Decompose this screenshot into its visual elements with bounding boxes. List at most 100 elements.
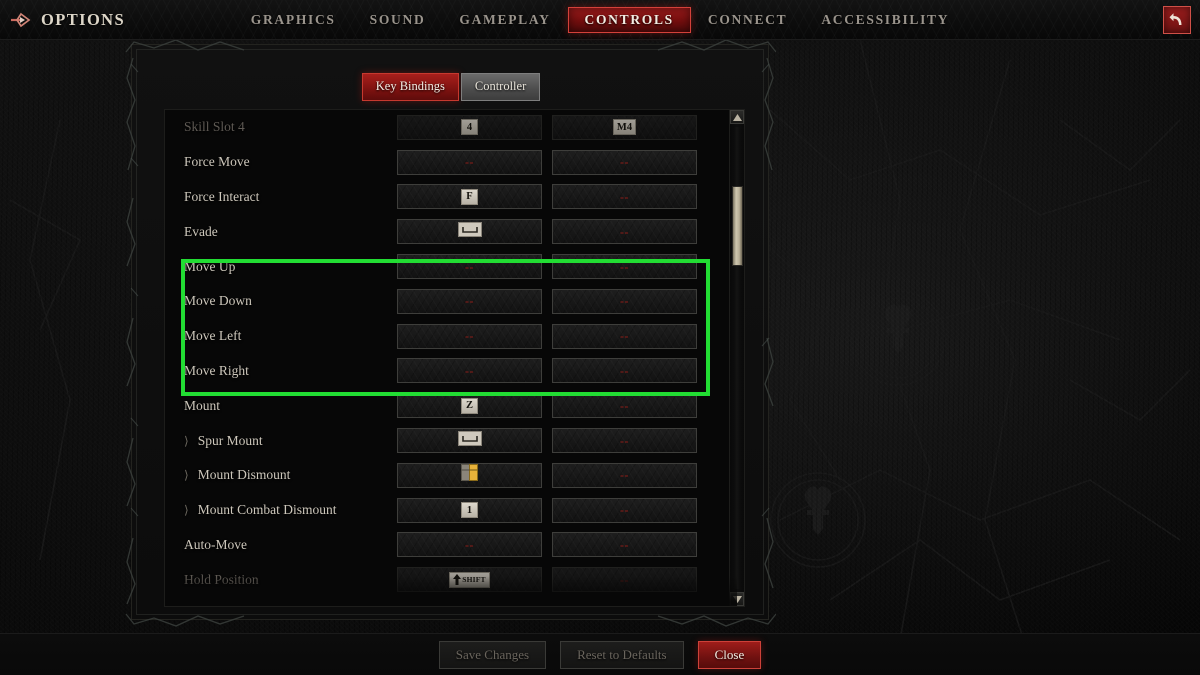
empty-binding-dash: --: [465, 155, 474, 170]
scroll-up-arrow-icon[interactable]: [730, 110, 744, 124]
secondary-binding-cell[interactable]: --: [552, 393, 697, 419]
primary-binding-cell[interactable]: Z: [397, 393, 542, 419]
key-cap: F: [461, 188, 478, 205]
primary-binding-cell[interactable]: --: [397, 254, 542, 280]
primary-binding-cell[interactable]: F: [397, 184, 542, 210]
table-row[interactable]: Force Interact F --: [165, 180, 737, 215]
empty-binding-dash: --: [465, 363, 474, 378]
tab-accessibility[interactable]: ACCESSIBILITY: [804, 7, 966, 33]
scrollbar-thumb[interactable]: [732, 186, 743, 266]
secondary-binding-cell[interactable]: M4: [552, 114, 697, 140]
empty-binding-dash: --: [620, 537, 629, 552]
empty-binding-dash: --: [620, 259, 629, 274]
table-row[interactable]: Move Down -- --: [165, 284, 737, 319]
binding-action-label: Force Move: [165, 154, 397, 170]
primary-binding-cell[interactable]: --: [397, 358, 542, 384]
table-row[interactable]: Hold Position SHIFT --: [165, 562, 737, 597]
binding-action-text: Move Down: [184, 293, 252, 309]
secondary-binding-cell[interactable]: --: [552, 184, 697, 210]
table-row[interactable]: Evade --: [165, 214, 737, 249]
table-row[interactable]: Auto-Move -- --: [165, 528, 737, 563]
empty-binding-dash: --: [465, 537, 474, 552]
binding-action-label: ⟩ Spur Mount: [165, 433, 397, 449]
primary-binding-cell[interactable]: SHIFT: [397, 567, 542, 593]
binding-action-text: Move Right: [184, 362, 249, 378]
secondary-binding-cell[interactable]: --: [552, 462, 697, 488]
key-cap: Z: [461, 397, 478, 414]
primary-binding-cell[interactable]: 4: [397, 114, 542, 140]
empty-binding-dash: --: [620, 572, 629, 587]
tab-sound[interactable]: SOUND: [353, 7, 443, 33]
reset-to-defaults-button[interactable]: Reset to Defaults: [560, 640, 684, 669]
binding-action-text: Spur Mount: [197, 432, 263, 448]
primary-binding-cell[interactable]: --: [397, 532, 542, 558]
shift-key-cap: SHIFT: [449, 571, 490, 588]
table-row[interactable]: Skill Slot 4 4 M4: [165, 110, 737, 145]
binding-action-text: Force Move: [184, 154, 250, 170]
scroll-down-arrow-icon[interactable]: [730, 592, 744, 606]
table-row[interactable]: Mount Z --: [165, 388, 737, 423]
tab-gameplay[interactable]: GAMEPLAY: [442, 7, 567, 33]
tab-controls[interactable]: CONTROLS: [567, 7, 691, 33]
secondary-binding-cell[interactable]: --: [552, 532, 697, 558]
subtab-controller[interactable]: Controller: [460, 73, 541, 101]
primary-binding-cell[interactable]: [397, 428, 542, 454]
main-tab-bar: GRAPHICS SOUND GAMEPLAY CONTROLS CONNECT…: [0, 0, 1200, 40]
key-bindings-rows: Skill Slot 4 4 M4 Force Move -- -- Force Inter…: [165, 110, 737, 597]
secondary-binding-cell[interactable]: --: [552, 323, 697, 349]
binding-action-label: Move Up: [165, 259, 397, 275]
binding-action-label: Skill Slot 4: [165, 119, 397, 135]
table-row[interactable]: Move Right -- --: [165, 354, 737, 389]
sub-item-chevron-icon: ⟩: [184, 468, 189, 483]
back-arrow-button[interactable]: [1163, 6, 1191, 34]
spacebar-key-icon: [457, 430, 482, 451]
tab-connect[interactable]: CONNECT: [691, 7, 804, 33]
primary-binding-cell[interactable]: --: [397, 288, 542, 314]
close-button[interactable]: Close: [697, 640, 762, 669]
table-row[interactable]: ⟩ Mount Combat Dismount 1 --: [165, 493, 737, 528]
binding-action-text: Force Interact: [184, 188, 260, 204]
tab-graphics[interactable]: GRAPHICS: [234, 7, 353, 33]
primary-binding-cell[interactable]: --: [397, 323, 542, 349]
secondary-binding-cell[interactable]: --: [552, 358, 697, 384]
secondary-binding-cell[interactable]: --: [552, 428, 697, 454]
secondary-binding-cell[interactable]: --: [552, 254, 697, 280]
empty-binding-dash: --: [620, 398, 629, 413]
key-cap: 4: [461, 119, 478, 136]
primary-binding-cell[interactable]: 1: [397, 497, 542, 523]
back-arrow-icon: [1169, 13, 1182, 25]
table-row[interactable]: Move Up -- --: [165, 249, 737, 284]
empty-binding-dash: --: [620, 503, 629, 518]
key-bindings-list[interactable]: Skill Slot 4 4 M4 Force Move -- -- Force Inter…: [164, 109, 738, 607]
key-cap: M4: [612, 119, 637, 136]
primary-binding-cell[interactable]: [397, 462, 542, 488]
sub-item-chevron-icon: ⟩: [184, 503, 189, 518]
secondary-binding-cell[interactable]: --: [552, 149, 697, 175]
secondary-binding-cell[interactable]: --: [552, 497, 697, 523]
bottom-bar: Save Changes Reset to Defaults Close: [0, 633, 1200, 675]
empty-binding-dash: --: [620, 329, 629, 344]
empty-binding-dash: --: [620, 294, 629, 309]
mouse-button-key-icon: [461, 464, 478, 486]
save-changes-button[interactable]: Save Changes: [438, 640, 547, 669]
table-row[interactable]: ⟩ Mount Dismount --: [165, 458, 737, 493]
empty-binding-dash: --: [620, 468, 629, 483]
options-screen: OPTIONS GRAPHICS SOUND GAMEPLAY CONTROLS…: [0, 0, 1200, 675]
secondary-binding-cell[interactable]: --: [552, 567, 697, 593]
empty-binding-dash: --: [465, 329, 474, 344]
primary-binding-cell[interactable]: --: [397, 149, 542, 175]
table-row[interactable]: Move Left -- --: [165, 319, 737, 354]
empty-binding-dash: --: [620, 155, 629, 170]
primary-binding-cell[interactable]: [397, 219, 542, 245]
table-row[interactable]: ⟩ Spur Mount --: [165, 423, 737, 458]
key-cap: 1: [461, 502, 478, 519]
binding-action-text: Move Up: [184, 258, 236, 274]
table-row[interactable]: Force Move -- --: [165, 145, 737, 180]
binding-action-text: Auto-Move: [184, 536, 247, 552]
empty-binding-dash: --: [465, 259, 474, 274]
subtab-key-bindings[interactable]: Key Bindings: [361, 73, 459, 101]
secondary-binding-cell[interactable]: --: [552, 288, 697, 314]
binding-action-text: Evade: [184, 223, 218, 239]
secondary-binding-cell[interactable]: --: [552, 219, 697, 245]
list-scrollbar[interactable]: [729, 109, 745, 607]
